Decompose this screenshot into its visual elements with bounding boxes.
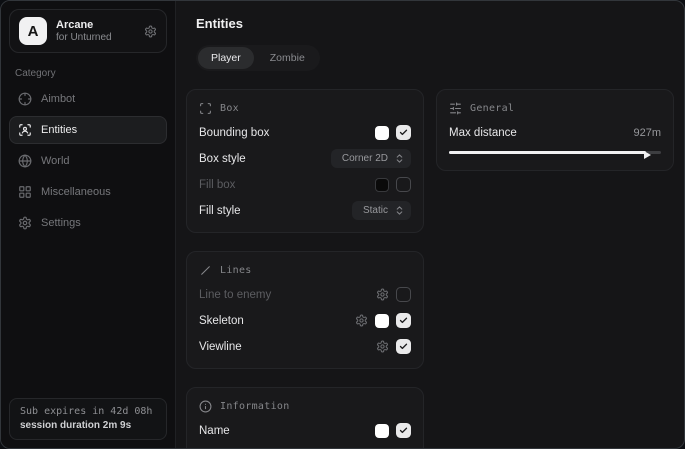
fill-box-checkbox[interactable] <box>396 177 411 192</box>
card-title: General <box>470 103 514 114</box>
gear-icon[interactable] <box>144 25 157 38</box>
scan-brackets-icon <box>199 102 212 115</box>
sidebar-item-label: Settings <box>41 217 81 229</box>
check-icon <box>399 426 408 435</box>
viewline-checkbox[interactable] <box>396 339 411 354</box>
sidebar-item-label: Aimbot <box>41 93 75 105</box>
row-label: Fill box <box>199 179 235 191</box>
line-to-enemy-checkbox[interactable] <box>396 287 411 302</box>
slider-fill <box>449 151 646 154</box>
color-swatch[interactable] <box>375 178 389 192</box>
lines-card: Lines Line to enemy Skeleton <box>186 251 424 369</box>
page-title: Entities <box>196 16 674 31</box>
settings-columns: Box Bounding box Box style <box>186 89 674 449</box>
dropdown-value: Static <box>363 205 388 216</box>
sidebar-item-aimbot[interactable]: Aimbot <box>9 85 167 113</box>
crosshair-icon <box>18 92 32 106</box>
app-subtitle: for Unturned <box>56 32 112 44</box>
setting-row-skeleton: Skeleton <box>199 312 411 329</box>
sliders-icon <box>449 102 462 115</box>
setting-row-box-style: Box style Corner 2D <box>199 150 411 167</box>
card-header: Box <box>199 102 411 115</box>
app-window: A Arcane for Unturned Category Aimbot <box>0 0 685 449</box>
sidebar-item-label: Miscellaneous <box>41 186 111 198</box>
sidebar-item-label: World <box>41 155 70 167</box>
chevrons-up-down-icon <box>394 205 405 216</box>
gear-icon[interactable] <box>376 340 389 353</box>
setting-row-fill-box: Fill box <box>199 176 411 193</box>
gear-icon[interactable] <box>376 288 389 301</box>
name-checkbox[interactable] <box>396 423 411 438</box>
color-swatch[interactable] <box>375 314 389 328</box>
tab-player[interactable]: Player <box>198 47 254 69</box>
right-column: General Max distance 927m <box>436 89 674 171</box>
sidebar-nav: Aimbot Entities World Miscellaneous <box>1 85 175 237</box>
row-label: Viewline <box>199 341 242 353</box>
setting-row-fill-style: Fill style Static <box>199 202 411 219</box>
fill-style-dropdown[interactable]: Static <box>352 201 411 220</box>
tab-zombie[interactable]: Zombie <box>257 47 318 69</box>
main-content: Entities Player Zombie Box Bounding box <box>176 1 685 448</box>
sidebar-item-label: Entities <box>41 124 77 136</box>
row-label: Line to enemy <box>199 289 271 301</box>
left-column: Box Bounding box Box style <box>186 89 424 449</box>
sidebar-item-world[interactable]: World <box>9 147 167 175</box>
max-distance-slider[interactable] <box>449 148 661 157</box>
row-label: Bounding box <box>199 127 269 139</box>
gear-icon[interactable] <box>355 314 368 327</box>
card-header: Information <box>199 400 411 413</box>
box-card: Box Bounding box Box style <box>186 89 424 233</box>
bounding-box-checkbox[interactable] <box>396 125 411 140</box>
general-card: General Max distance 927m <box>436 89 674 171</box>
sidebar-item-entities[interactable]: Entities <box>9 116 167 144</box>
slider-thumb[interactable] <box>644 151 651 159</box>
color-swatch[interactable] <box>375 424 389 438</box>
sidebar-item-miscellaneous[interactable]: Miscellaneous <box>9 178 167 206</box>
row-label: Fill style <box>199 205 241 217</box>
check-icon <box>399 128 408 137</box>
card-header: General <box>449 102 661 115</box>
dropdown-value: Corner 2D <box>342 153 388 164</box>
chevrons-up-down-icon <box>394 153 405 164</box>
sub-expiry-text: Sub expires in 42d 08h <box>20 405 156 419</box>
subscription-info: Sub expires in 42d 08h session duration … <box>9 398 167 440</box>
row-label: Max distance <box>449 127 517 139</box>
card-title: Box <box>220 103 239 114</box>
check-icon <box>399 316 408 325</box>
row-label: Skeleton <box>199 315 244 327</box>
tab-bar: Player Zombie <box>196 45 320 71</box>
card-header: Lines <box>199 264 411 277</box>
person-scan-icon <box>18 123 32 137</box>
grid-icon <box>18 185 32 199</box>
row-label: Box style <box>199 153 246 165</box>
card-title: Lines <box>220 265 252 276</box>
app-title: Arcane <box>56 19 112 32</box>
color-swatch[interactable] <box>375 126 389 140</box>
info-icon <box>199 400 212 413</box>
diagonal-line-icon <box>199 264 212 277</box>
globe-icon <box>18 154 32 168</box>
sidebar-item-settings[interactable]: Settings <box>9 209 167 237</box>
check-icon <box>399 342 408 351</box>
row-label: Name <box>199 425 230 437</box>
setting-row-max-distance: Max distance 927m <box>449 124 661 141</box>
app-logo: A <box>19 17 47 45</box>
information-card: Information Name Distance <box>186 387 424 449</box>
category-label: Category <box>15 68 175 79</box>
setting-row-name: Name <box>199 422 411 439</box>
box-style-dropdown[interactable]: Corner 2D <box>331 149 411 168</box>
session-duration-text: session duration 2m 9s <box>20 419 156 432</box>
setting-row-line-to-enemy: Line to enemy <box>199 286 411 303</box>
skeleton-checkbox[interactable] <box>396 313 411 328</box>
setting-row-viewline: Viewline <box>199 338 411 355</box>
max-distance-value: 927m <box>633 127 661 139</box>
setting-row-bounding-box: Bounding box <box>199 124 411 141</box>
gear-icon <box>18 216 32 230</box>
brand-card[interactable]: A Arcane for Unturned <box>9 9 167 53</box>
card-title: Information <box>220 401 290 412</box>
sidebar: A Arcane for Unturned Category Aimbot <box>1 1 176 448</box>
